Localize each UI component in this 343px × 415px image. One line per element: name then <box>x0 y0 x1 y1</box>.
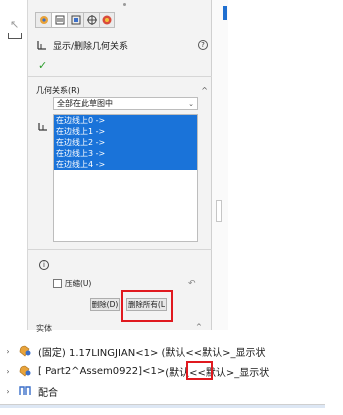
expand-icon[interactable]: › <box>0 387 16 396</box>
panel-title-row: 显示/删除几何关系 ? <box>36 38 208 52</box>
dim-xpert-tab[interactable] <box>83 12 99 28</box>
collapse-icon[interactable]: ^ <box>201 86 208 95</box>
relations-section-header[interactable]: 几何关系(R) ^ <box>36 84 208 96</box>
relations-section-label: 几何关系(R) <box>36 85 80 95</box>
entities-section-header[interactable]: 实体 ^ <box>36 323 202 334</box>
entities-section-label: 实体 <box>36 324 52 333</box>
fixed-part-icon <box>16 344 34 358</box>
tree-footer <box>0 405 325 408</box>
manager-tabs <box>35 12 115 30</box>
feature-tree: › (固定) 1.17LINGJIAN<1> (默认<<默认>_显示状 › [ … <box>0 337 343 415</box>
tree-row[interactable]: › [ Part2^Assem0922]<1> (默认<<默认>_显示状 <box>0 362 343 380</box>
panel-grip-dot[interactable] <box>123 3 126 6</box>
property-manager-tab[interactable] <box>51 12 67 28</box>
divider <box>28 76 212 77</box>
panel-resize-handle[interactable] <box>216 200 222 222</box>
list-item[interactable]: 在边线上3 -> <box>54 148 197 159</box>
expand-icon[interactable]: › <box>0 367 16 376</box>
collapse-icon[interactable]: ^ <box>196 323 202 331</box>
feature-manager-tab[interactable] <box>35 12 51 28</box>
mates-icon <box>16 384 34 398</box>
graphics-area-right <box>212 0 228 330</box>
tree-item-label-suffix: (默认<<默认>_显示状 <box>165 367 270 379</box>
configuration-manager-tab[interactable] <box>67 12 83 28</box>
tree-row[interactable]: › (固定) 1.17LINGJIAN<1> (默认<<默认>_显示状 <box>0 342 343 360</box>
chevron-down-icon: ⌄ <box>188 99 194 108</box>
list-item[interactable]: 在边线上0 -> <box>54 115 197 126</box>
part-icon <box>16 364 34 378</box>
relations-filter-select[interactable]: 全部在此草图中 ⌄ <box>53 97 198 110</box>
compress-option[interactable]: 压缩(U) <box>53 277 91 289</box>
dim-xpert-icon <box>86 15 97 25</box>
relation-list-icon <box>38 123 47 131</box>
help-icon[interactable]: ? <box>198 40 208 50</box>
display-manager-icon <box>102 15 112 25</box>
property-manager-icon <box>55 15 64 25</box>
tree-row[interactable]: › 配合 <box>0 382 343 400</box>
list-item[interactable]: 在边线上1 -> <box>54 126 197 137</box>
compress-checkbox[interactable] <box>53 278 62 288</box>
tree-item-label-prefix: [ Part2^Assem0922 <box>38 365 139 377</box>
list-item[interactable]: 在边线上2 -> <box>54 137 197 148</box>
display-manager-tab[interactable] <box>99 12 115 28</box>
property-manager-panel: 显示/删除几何关系 ? ✓ 几何关系(R) ^ 全部在此草图中 ⌄ 在边线上0 … <box>28 0 212 333</box>
divider <box>28 249 212 250</box>
graphics-area-left: ↖ <box>0 0 28 330</box>
relation-icon <box>37 41 46 50</box>
tree-item-label: (固定) 1.17LINGJIAN<1> (默认<<默认>_显示状 <box>38 347 266 359</box>
page-title: 显示/删除几何关系 <box>53 41 129 52</box>
filter-value: 全部在此草图中 <box>57 99 113 108</box>
tree-item-label: 配合 <box>38 387 58 399</box>
expand-icon[interactable]: › <box>0 347 16 356</box>
configuration-manager-icon <box>71 15 80 25</box>
info-icon: i <box>39 260 49 270</box>
compress-label: 压缩(U) <box>65 278 92 288</box>
ok-check-icon[interactable]: ✓ <box>38 59 47 72</box>
relations-list[interactable]: 在边线上0 -> 在边线上1 -> 在边线上2 -> 在边线上3 -> 在边线上… <box>53 114 198 242</box>
sketch-relation-glyph <box>8 33 22 39</box>
highlight-box <box>186 361 213 380</box>
selection-marker <box>223 6 227 20</box>
feature-manager-icon <box>39 16 48 24</box>
highlight-box <box>121 290 173 322</box>
list-item[interactable]: 在边线上4 -> <box>54 159 197 170</box>
tree-item-label-boxed: ]<1> <box>138 365 166 377</box>
undo-icon[interactable]: ↶ <box>188 279 196 289</box>
delete-button[interactable]: 删除(D) <box>90 298 120 311</box>
